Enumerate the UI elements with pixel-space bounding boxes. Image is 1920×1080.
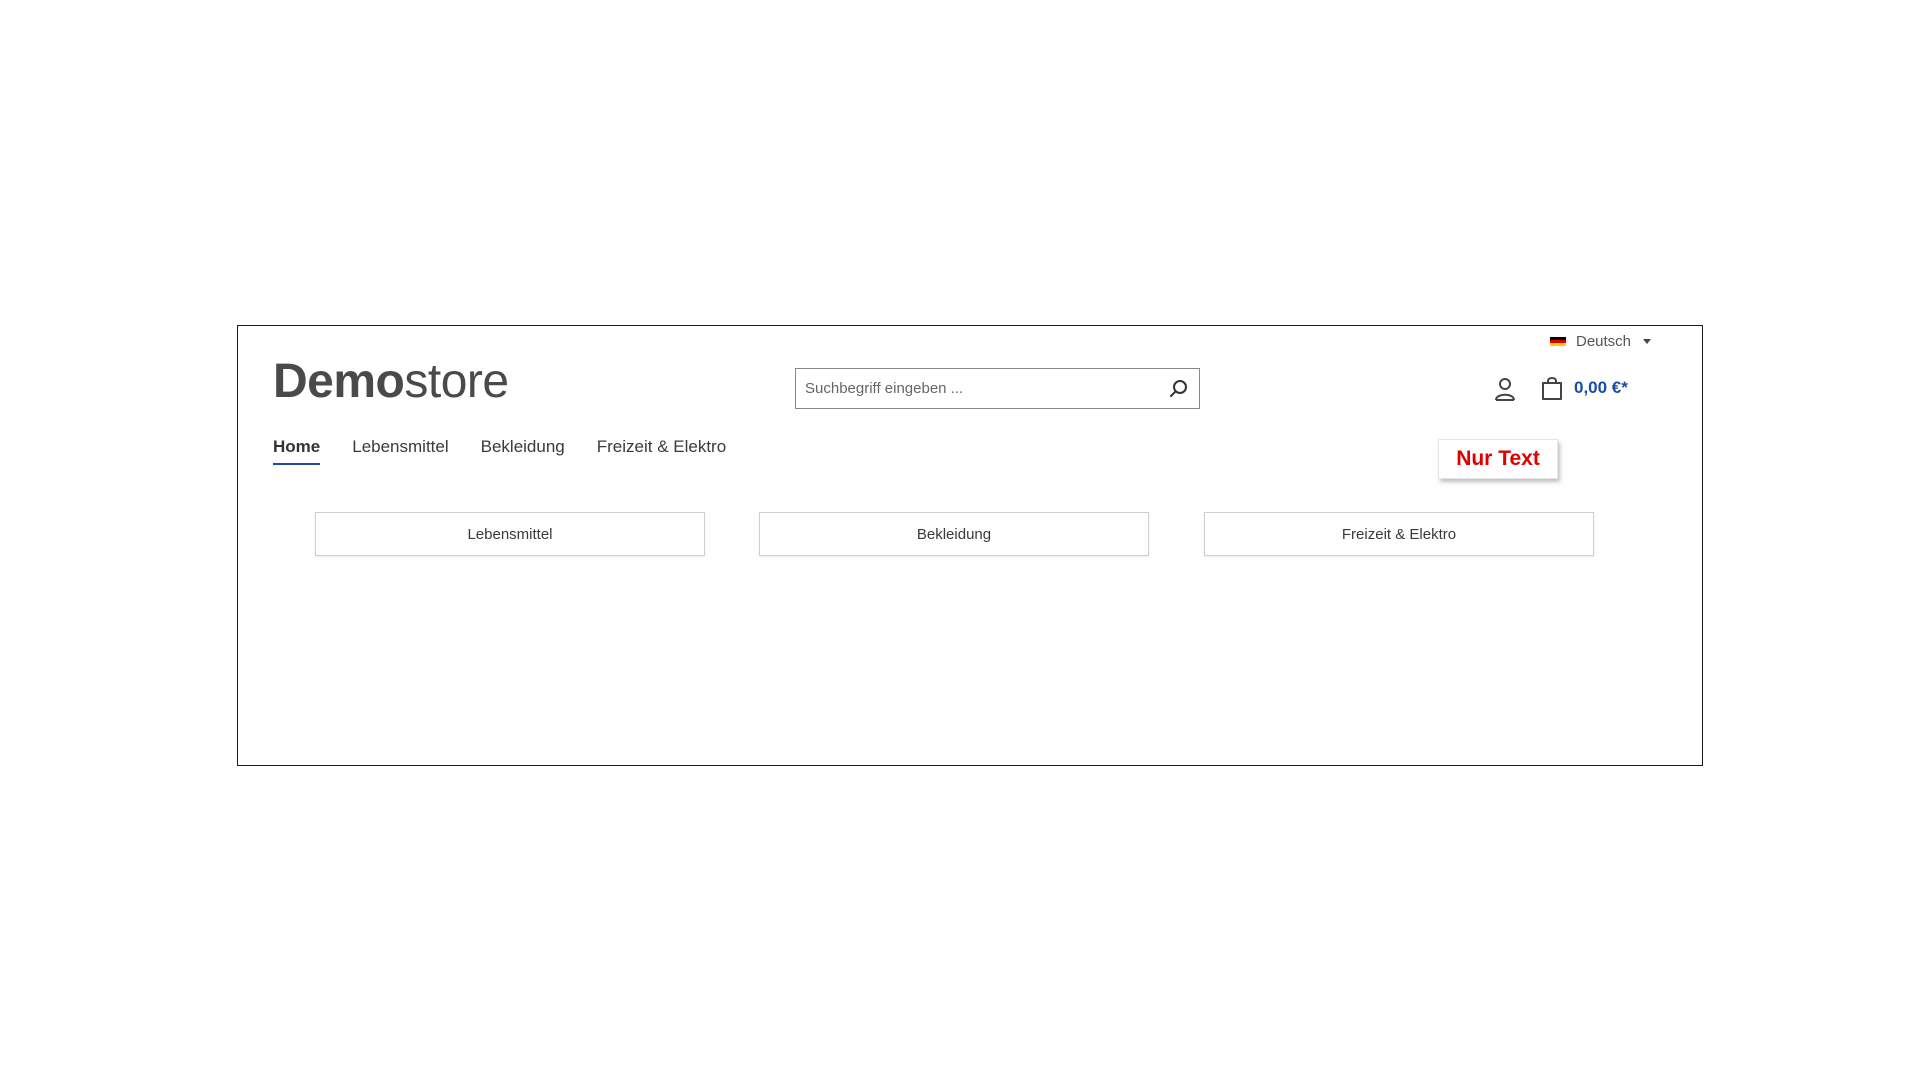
category-button-freizeit-elektro[interactable]: Freizeit & Elektro [1204, 512, 1594, 556]
category-button-lebensmittel[interactable]: Lebensmittel [315, 512, 705, 556]
search-button[interactable] [1159, 369, 1199, 408]
nav-item-freizeit-elektro[interactable]: Freizeit & Elektro [597, 437, 726, 465]
main-navigation: Home Lebensmittel Bekleidung Freizeit & … [273, 437, 726, 465]
nur-text-annotation: Nur Text [1438, 439, 1558, 479]
caret-down-icon [1643, 339, 1652, 344]
search-icon [1170, 379, 1187, 397]
logo-light-text: store [404, 355, 509, 408]
language-selector[interactable]: Deutsch [1550, 333, 1652, 350]
search-input[interactable] [796, 369, 1159, 408]
search-bar [795, 368, 1200, 409]
german-flag-icon [1550, 336, 1566, 347]
cart-button[interactable]: 0,00 €* [1540, 375, 1628, 401]
user-icon [1495, 378, 1515, 401]
nav-item-home[interactable]: Home [273, 437, 321, 465]
store-logo[interactable]: Demostore [273, 358, 509, 406]
language-label: Deutsch [1576, 333, 1632, 350]
nav-item-bekleidung[interactable]: Bekleidung [481, 437, 565, 465]
shopping-bag-icon [1542, 377, 1562, 400]
cart-total: 0,00 €* [1574, 378, 1628, 397]
account-button[interactable] [1493, 376, 1517, 402]
category-button-bekleidung[interactable]: Bekleidung [759, 512, 1149, 556]
logo-bold-text: Demo [273, 355, 405, 408]
nav-item-lebensmittel[interactable]: Lebensmittel [352, 437, 448, 465]
store-page-frame: Deutsch Demostore 0,00 €* Home Lebensmit… [237, 325, 1703, 766]
